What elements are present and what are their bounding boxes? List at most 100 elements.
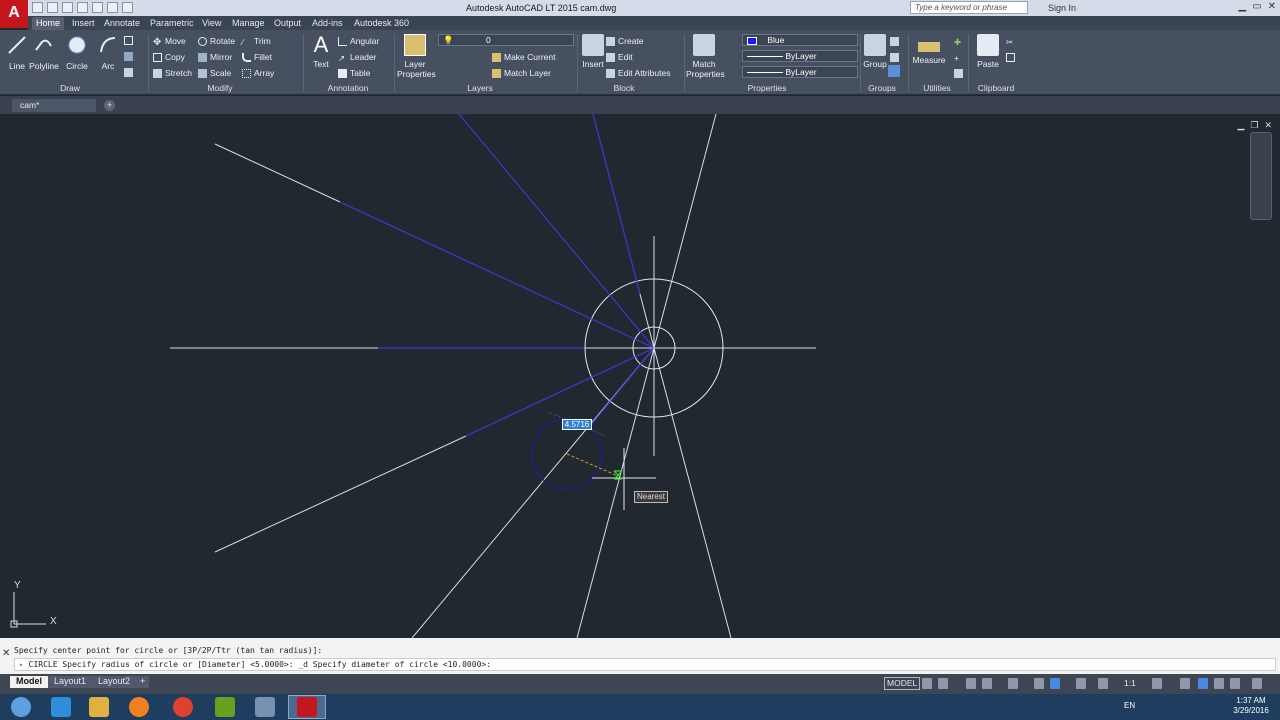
- layer-dropdown[interactable]: 💡 0: [438, 34, 574, 46]
- cut-button[interactable]: ✂: [1006, 35, 1015, 47]
- arc-button[interactable]: Arc: [93, 34, 123, 71]
- redo-icon[interactable]: [122, 2, 133, 13]
- application-menu-button[interactable]: A: [0, 0, 28, 28]
- polar-tracking-icon[interactable]: [982, 678, 992, 689]
- command-close-icon[interactable]: ✕: [2, 648, 12, 672]
- tab-annotate[interactable]: Annotate: [100, 17, 144, 30]
- region-button[interactable]: [124, 66, 133, 78]
- save-as-icon[interactable]: [77, 2, 88, 13]
- add-layout-icon[interactable]: +: [136, 676, 150, 688]
- system-clock[interactable]: 1:37 AM 3/29/2016: [1226, 696, 1276, 716]
- search-input[interactable]: Type a keyword or phrase: [910, 1, 1028, 14]
- paste-button[interactable]: Paste: [973, 34, 1003, 69]
- layer-properties-button[interactable]: Layer Properties: [397, 34, 436, 79]
- maximize-icon[interactable]: ▭: [1252, 1, 1261, 12]
- trim-button[interactable]: ⁄ Trim: [242, 35, 271, 47]
- tab-parametric[interactable]: Parametric: [146, 17, 198, 30]
- block-panel-title[interactable]: Block: [604, 83, 644, 94]
- navigation-bar[interactable]: [1250, 132, 1272, 220]
- customization-icon[interactable]: [1252, 678, 1262, 689]
- measure-button[interactable]: Measure: [912, 34, 946, 65]
- input-language[interactable]: EN: [1124, 701, 1135, 710]
- layers-panel-title[interactable]: Layers: [450, 83, 510, 94]
- object-snap-tracking-icon[interactable]: [1034, 678, 1044, 689]
- annotation-panel-title[interactable]: Annotation: [316, 83, 380, 94]
- rotate-button[interactable]: Rotate: [198, 35, 235, 47]
- move-button[interactable]: ✥ Move: [153, 35, 186, 48]
- properties-panel-title[interactable]: Properties: [740, 83, 794, 94]
- circle-button[interactable]: Circle: [62, 34, 92, 71]
- lineweight-dropdown[interactable]: ByLayer: [742, 66, 858, 78]
- match-layer-button[interactable]: Match Layer: [492, 67, 551, 79]
- ungroup-button[interactable]: [890, 35, 899, 47]
- tab-insert[interactable]: Insert: [68, 17, 99, 30]
- stretch-button[interactable]: Stretch: [153, 67, 192, 79]
- viewport-close-icon[interactable]: ✕: [1264, 120, 1272, 131]
- taskbar-calculator[interactable]: [246, 695, 284, 719]
- new-file-icon[interactable]: [32, 2, 43, 13]
- tab-output[interactable]: Output: [270, 17, 305, 30]
- undo-icon[interactable]: [107, 2, 118, 13]
- tab-model[interactable]: Model: [10, 676, 48, 688]
- tab-layout2[interactable]: Layout2: [92, 676, 137, 688]
- hardware-acceleration-icon[interactable]: [1214, 678, 1224, 689]
- id-point-button[interactable]: +: [954, 51, 963, 63]
- annotation-monitor-icon[interactable]: [1180, 678, 1190, 689]
- fillet-button[interactable]: Fillet: [242, 51, 272, 63]
- group-edit-button[interactable]: [890, 51, 899, 63]
- line-button[interactable]: Line: [2, 34, 32, 71]
- taskbar-chrome[interactable]: [164, 695, 202, 719]
- taskbar-explorer[interactable]: [80, 695, 118, 719]
- isodraft-icon[interactable]: [1008, 678, 1018, 689]
- text-button[interactable]: A Text: [306, 34, 336, 70]
- save-icon[interactable]: [62, 2, 73, 13]
- clean-screen-icon[interactable]: [1230, 678, 1240, 689]
- taskbar-ie[interactable]: [42, 695, 80, 719]
- tab-add-ins[interactable]: Add-ins: [308, 17, 347, 30]
- rectangle-button[interactable]: [124, 34, 133, 46]
- calculator-button[interactable]: [954, 67, 963, 79]
- file-tab-cam[interactable]: cam*: [12, 99, 96, 112]
- copy-clip-button[interactable]: [1006, 51, 1015, 63]
- make-current-button[interactable]: Make Current: [492, 51, 556, 63]
- leader-button[interactable]: ↗ Leader: [338, 51, 376, 63]
- snap-mode-icon[interactable]: [938, 678, 948, 689]
- copy-button[interactable]: Copy: [153, 51, 185, 63]
- utilities-panel-title[interactable]: Utilities: [916, 83, 958, 94]
- drawing-canvas[interactable]: Y X 4.5716 Nearest ▁ ❐ ✕: [0, 114, 1280, 638]
- taskbar-nvidia[interactable]: [206, 695, 244, 719]
- tab-autodesk-360[interactable]: Autodesk 360: [350, 17, 413, 30]
- angular-dimension-button[interactable]: Angular: [338, 35, 379, 47]
- insert-block-button[interactable]: Insert: [578, 34, 608, 69]
- edit-attributes-button[interactable]: Edit Attributes: [606, 67, 670, 79]
- mirror-button[interactable]: Mirror: [198, 51, 232, 63]
- ortho-icon[interactable]: [966, 678, 976, 689]
- tab-view[interactable]: View: [198, 17, 225, 30]
- color-dropdown[interactable]: Blue: [742, 34, 858, 46]
- new-tab-icon[interactable]: +: [104, 100, 115, 111]
- taskbar-media[interactable]: [120, 695, 158, 719]
- isolate-objects-icon[interactable]: [1198, 678, 1208, 689]
- group-selection-toggle[interactable]: [888, 65, 900, 77]
- quick-select-button[interactable]: ✚: [954, 35, 963, 47]
- tab-manage[interactable]: Manage: [228, 17, 269, 30]
- minimize-icon[interactable]: ▁: [1238, 1, 1246, 12]
- annotation-scale[interactable]: 1:1: [1124, 678, 1136, 688]
- lineweight-icon[interactable]: [1076, 678, 1086, 689]
- polyline-button[interactable]: Polyline: [29, 34, 59, 71]
- object-snap-icon[interactable]: [1050, 678, 1060, 689]
- groups-panel-title[interactable]: Groups: [862, 83, 902, 94]
- match-properties-button[interactable]: Match Properties: [686, 34, 725, 79]
- scale-button[interactable]: Scale: [198, 67, 231, 79]
- linetype-dropdown[interactable]: ByLayer: [742, 50, 858, 62]
- edit-block-button[interactable]: Edit: [606, 51, 633, 63]
- hatch-button[interactable]: [124, 50, 133, 62]
- array-button[interactable]: Array: [242, 67, 274, 79]
- workspace-gear-icon[interactable]: [1152, 678, 1162, 689]
- modify-panel-title[interactable]: Modify: [190, 83, 250, 94]
- viewport-restore-icon[interactable]: ❐: [1250, 120, 1258, 131]
- table-button[interactable]: Table: [338, 67, 370, 79]
- sign-in-button[interactable]: Sign In: [1048, 3, 1076, 13]
- model-space-button[interactable]: MODEL: [884, 677, 921, 690]
- close-icon[interactable]: ✕: [1268, 1, 1276, 12]
